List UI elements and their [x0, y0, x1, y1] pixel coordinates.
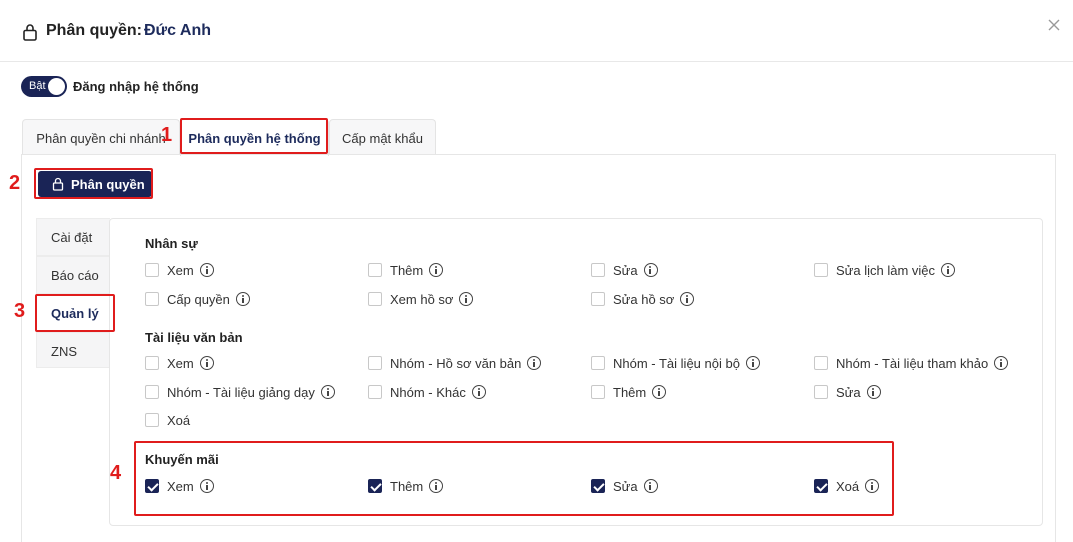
- info-icon[interactable]: [199, 479, 214, 493]
- toggle-knob: [48, 78, 65, 95]
- info-icon[interactable]: [866, 385, 881, 399]
- info-icon[interactable]: [680, 292, 695, 306]
- section-title-promotions: Khuyến mãi: [145, 452, 219, 467]
- info-icon[interactable]: [199, 356, 214, 370]
- info-icon[interactable]: [643, 263, 658, 277]
- info-icon[interactable]: [429, 479, 444, 493]
- info-icon[interactable]: [199, 263, 214, 277]
- vtab-settings[interactable]: Cài đặt: [36, 218, 110, 256]
- checkbox[interactable]: [368, 385, 382, 399]
- section-title-hr: Nhân sự: [145, 236, 198, 251]
- checkbox[interactable]: [591, 356, 605, 370]
- toggle-label: Đăng nhập hệ thống: [73, 79, 199, 94]
- close-icon[interactable]: [1046, 17, 1062, 33]
- info-icon[interactable]: [865, 479, 880, 493]
- modal-header: Phân quyền: Đức Anh: [0, 0, 1073, 62]
- modal-title-user: Đức Anh: [144, 22, 211, 39]
- tab-system-permission[interactable]: Phân quyền hệ thống: [180, 119, 329, 156]
- checkbox[interactable]: [145, 356, 159, 370]
- checkbox-checked[interactable]: [368, 479, 382, 493]
- checkbox[interactable]: [814, 356, 828, 370]
- checkbox-checked[interactable]: [145, 479, 159, 493]
- checkbox[interactable]: [814, 263, 828, 277]
- section-title-documents: Tài liệu văn bản: [145, 330, 243, 345]
- info-icon[interactable]: [941, 263, 956, 277]
- checkbox[interactable]: [591, 385, 605, 399]
- checkbox[interactable]: [145, 263, 159, 277]
- tab-branch-permission[interactable]: Phân quyền chi nhánh: [22, 119, 180, 155]
- info-icon[interactable]: [471, 385, 486, 399]
- checkbox-checked[interactable]: [814, 479, 828, 493]
- permission-button-label: Phân quyền: [71, 177, 145, 192]
- checkbox[interactable]: [814, 385, 828, 399]
- info-icon[interactable]: [994, 356, 1009, 370]
- info-icon[interactable]: [745, 356, 760, 370]
- checkbox[interactable]: [591, 292, 605, 306]
- tab-password[interactable]: Cấp mật khẩu: [329, 119, 436, 155]
- annotation-marker-4: 4: [110, 462, 122, 484]
- modal-title-prefix: Phân quyền:: [46, 22, 143, 39]
- vtab-reports[interactable]: Báo cáo: [36, 256, 110, 294]
- checkbox[interactable]: [368, 292, 382, 306]
- checkbox[interactable]: [145, 385, 159, 399]
- lock-icon: [52, 177, 64, 191]
- info-icon[interactable]: [320, 385, 335, 399]
- info-icon[interactable]: [459, 292, 474, 306]
- info-icon[interactable]: [429, 263, 444, 277]
- annotation-marker-3: 3: [14, 300, 26, 322]
- checkbox[interactable]: [368, 263, 382, 277]
- permission-button[interactable]: Phân quyền: [38, 171, 152, 197]
- checkbox[interactable]: [368, 356, 382, 370]
- checkbox[interactable]: [145, 413, 159, 427]
- checkbox-checked[interactable]: [591, 479, 605, 493]
- info-icon[interactable]: [643, 479, 658, 493]
- vtab-management[interactable]: Quản lý: [36, 294, 110, 332]
- info-icon[interactable]: [652, 385, 667, 399]
- info-icon[interactable]: [527, 356, 542, 370]
- annotation-marker-2: 2: [9, 172, 21, 194]
- checkbox[interactable]: [591, 263, 605, 277]
- annotation-marker-1: 1: [161, 124, 173, 146]
- vtab-zns[interactable]: ZNS: [36, 332, 110, 368]
- info-icon[interactable]: [235, 292, 250, 306]
- checkbox[interactable]: [145, 292, 159, 306]
- lock-icon: [23, 24, 37, 41]
- login-toggle[interactable]: Bật: [21, 76, 67, 97]
- toggle-state-label: Bật: [29, 80, 46, 92]
